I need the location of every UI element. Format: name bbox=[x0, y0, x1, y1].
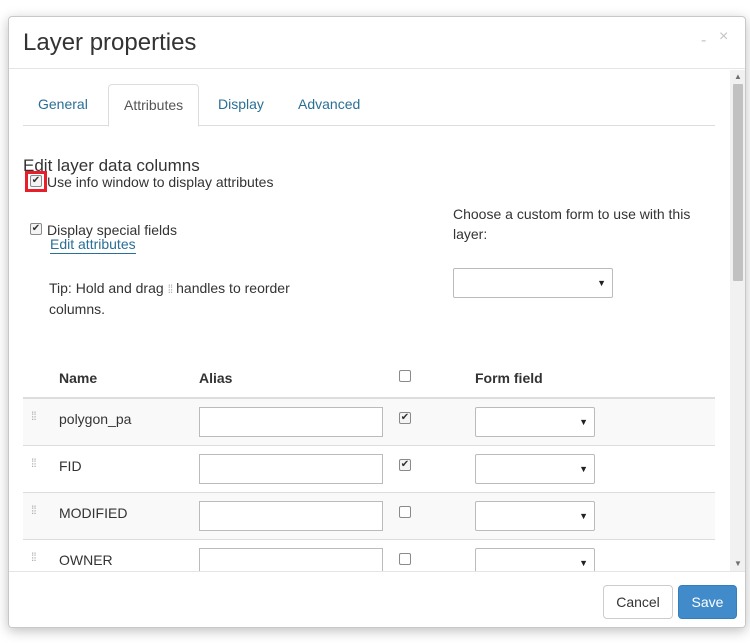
chevron-down-icon: ▼ bbox=[579, 464, 588, 474]
tab-attributes[interactable]: Attributes bbox=[108, 84, 200, 127]
field-name: OWNER bbox=[59, 552, 113, 568]
chevron-down-icon: ▼ bbox=[579, 511, 588, 521]
drag-handle-icon: ⁞⁞ bbox=[167, 282, 174, 296]
table-row: ⁞⁞ FID ✔ ▼ bbox=[23, 446, 715, 493]
field-name: FID bbox=[59, 458, 82, 474]
alias-input[interactable] bbox=[199, 454, 383, 484]
table-row: ⁞⁞ OWNER ▼ bbox=[23, 540, 715, 571]
custom-form-select[interactable]: ▼ bbox=[453, 268, 613, 298]
tab-general[interactable]: General bbox=[23, 84, 103, 126]
table-row: ⁞⁞ polygon_pa ✔ ▼ bbox=[23, 399, 715, 446]
tab-bar: General Attributes Display Advanced bbox=[23, 84, 715, 127]
close-icon[interactable]: × bbox=[719, 29, 728, 45]
dialog-footer: Cancel Save bbox=[9, 571, 745, 627]
dialog-body: General Attributes Display Advanced Edit… bbox=[9, 70, 745, 571]
field-visible-checkbox[interactable]: ✔ bbox=[399, 412, 411, 424]
section-title: Edit layer data columns bbox=[23, 156, 200, 175]
form-field-select[interactable]: ▼ bbox=[475, 407, 595, 437]
drag-handle-icon[interactable]: ⁞⁞ bbox=[31, 550, 37, 564]
field-name: MODIFIED bbox=[59, 505, 128, 521]
column-header-name: Name bbox=[59, 370, 98, 386]
dialog-title: Layer properties bbox=[23, 29, 197, 56]
edit-attributes-link[interactable]: Edit attributes bbox=[50, 236, 136, 254]
minimize-icon[interactable]: - bbox=[701, 33, 706, 49]
table-header: Name Alias Form field bbox=[23, 352, 715, 399]
alias-input[interactable] bbox=[199, 501, 383, 531]
column-header-alias: Alias bbox=[199, 370, 233, 386]
form-field-select[interactable]: ▼ bbox=[475, 501, 595, 531]
save-button[interactable]: Save bbox=[678, 585, 737, 619]
chevron-down-icon: ▼ bbox=[579, 558, 588, 568]
drag-handle-icon[interactable]: ⁞⁞ bbox=[31, 503, 37, 517]
field-name: polygon_pa bbox=[59, 411, 132, 427]
use-info-window-checkbox[interactable]: ✔ bbox=[30, 175, 42, 187]
alias-input[interactable] bbox=[199, 407, 383, 437]
field-visible-checkbox[interactable]: ✔ bbox=[399, 459, 411, 471]
dialog-header: Layer properties - × bbox=[9, 17, 745, 69]
tab-display[interactable]: Display bbox=[203, 84, 279, 126]
form-field-select[interactable]: ▼ bbox=[475, 548, 595, 571]
chevron-down-icon: ▼ bbox=[579, 417, 588, 427]
field-visible-checkbox[interactable] bbox=[399, 506, 411, 518]
use-info-window-label: Use info window to display attributes bbox=[47, 174, 274, 190]
reorder-tip: Tip: Hold and drag ⁞⁞ handles to reorder… bbox=[49, 278, 319, 319]
vertical-scrollbar[interactable]: ▲ ▼ bbox=[730, 70, 745, 571]
custom-form-label: Choose a custom form to use with this la… bbox=[453, 206, 691, 242]
scroll-down-icon[interactable]: ▼ bbox=[734, 560, 742, 568]
column-header-form-field: Form field bbox=[475, 370, 543, 386]
table-row: ⁞⁞ MODIFIED ▼ bbox=[23, 493, 715, 540]
form-field-select[interactable]: ▼ bbox=[475, 454, 595, 484]
display-special-fields-checkbox[interactable]: ✔ bbox=[30, 223, 42, 235]
field-visible-checkbox[interactable] bbox=[399, 553, 411, 565]
toggle-all-visible-checkbox[interactable] bbox=[399, 370, 411, 382]
tip-text-start: Tip: Hold and drag bbox=[49, 280, 164, 296]
drag-handle-icon[interactable]: ⁞⁞ bbox=[31, 409, 37, 423]
drag-handle-icon[interactable]: ⁞⁞ bbox=[31, 456, 37, 470]
chevron-down-icon: ▼ bbox=[597, 278, 606, 288]
alias-input[interactable] bbox=[199, 548, 383, 571]
cancel-button[interactable]: Cancel bbox=[603, 585, 673, 619]
layer-properties-dialog: Layer properties - × General Attributes … bbox=[8, 16, 746, 628]
scroll-up-icon[interactable]: ▲ bbox=[734, 73, 742, 81]
scrollbar-thumb[interactable] bbox=[733, 84, 743, 281]
tab-advanced[interactable]: Advanced bbox=[283, 84, 375, 126]
